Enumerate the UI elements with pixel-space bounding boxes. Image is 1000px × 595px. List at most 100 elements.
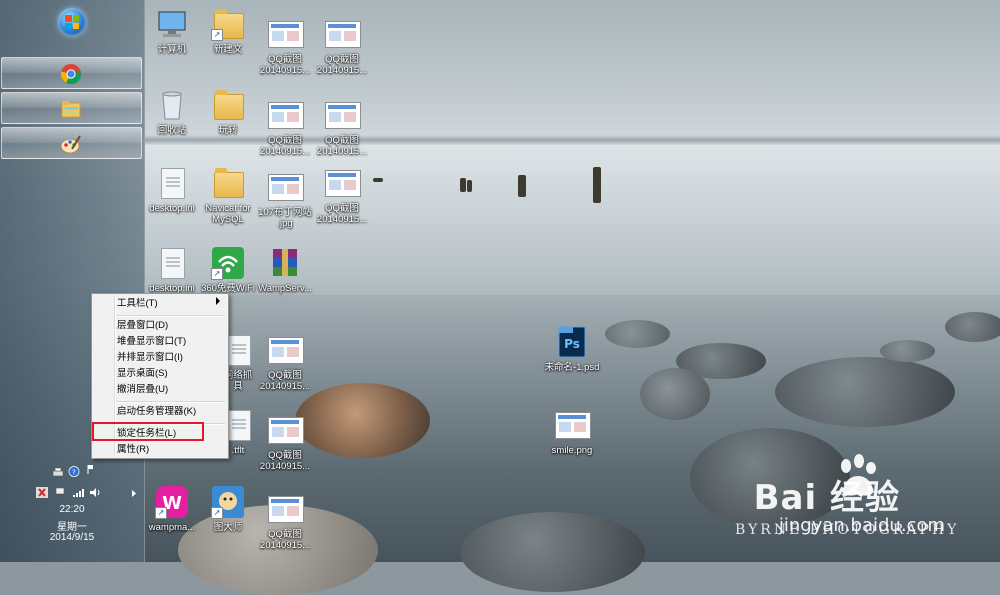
menu-separator bbox=[116, 315, 225, 317]
paint-icon bbox=[60, 135, 81, 154]
taskbar-button-explorer[interactable] bbox=[1, 92, 142, 124]
desktop-icon-label: Navicat for MySQL bbox=[205, 203, 251, 225]
wallpaper-post bbox=[518, 175, 526, 197]
image-file-icon bbox=[268, 170, 304, 204]
menu-item-undo-cascade[interactable]: 撤消层叠(U) bbox=[117, 383, 168, 397]
desktop-icon[interactable]: WampServ... bbox=[253, 246, 317, 294]
desktop-icon-label: 回收站 bbox=[157, 125, 187, 136]
image-file-icon bbox=[268, 98, 304, 132]
desktop-icon[interactable]: Navicat for MySQL bbox=[196, 166, 260, 225]
taskbar-button-paint[interactable] bbox=[1, 127, 142, 159]
wallpaper-post bbox=[467, 180, 472, 192]
menu-item-side-by-side[interactable]: 并排显示窗口(I) bbox=[117, 351, 183, 365]
wallpaper-post bbox=[373, 178, 383, 182]
desktop-icon-label: QQ截图 20140915... bbox=[259, 450, 311, 472]
menu-item-show-desktop[interactable]: 显示桌面(S) bbox=[117, 367, 168, 381]
menu-item-task-manager[interactable]: 启动任务管理器(K) bbox=[117, 405, 196, 419]
windows-flag-icon bbox=[65, 15, 79, 29]
image-file-icon bbox=[325, 166, 361, 200]
wallpaper-rock bbox=[605, 320, 670, 348]
highlight-box bbox=[92, 422, 204, 441]
desktop-icon[interactable]: ↗ 360免费WiFi bbox=[196, 246, 260, 294]
shortcut-arrow-icon: ↗ bbox=[211, 29, 223, 41]
wifi-signal-icon[interactable] bbox=[72, 487, 84, 498]
winrar-icon bbox=[268, 246, 302, 280]
windows-start-icon[interactable] bbox=[58, 8, 86, 36]
desktop-icon[interactable]: 计算机 bbox=[140, 7, 204, 55]
chrome-icon bbox=[60, 64, 82, 85]
desktop-icon-label: 107布丁网站 .jpg bbox=[258, 207, 312, 229]
desktop-icon[interactable]: QQ截图 20140915... bbox=[310, 17, 374, 76]
menu-item-cascade[interactable]: 层叠窗口(D) bbox=[117, 319, 168, 333]
desktop-icon[interactable]: QQ截图 20140915... bbox=[253, 413, 317, 472]
flag-small-icon[interactable] bbox=[85, 464, 97, 475]
help-icon[interactable]: ? bbox=[68, 466, 80, 477]
desktop-icon-label: 图大师 bbox=[213, 522, 243, 533]
recycle-bin-icon bbox=[155, 88, 189, 122]
desktop-icon[interactable]: 玩转 bbox=[196, 88, 260, 136]
app-icon: ↗ bbox=[211, 485, 245, 519]
clock-time[interactable]: 22:20 bbox=[0, 504, 144, 515]
shortcut-arrow-icon: ↗ bbox=[211, 268, 223, 280]
desktop-icon[interactable]: ↗ 图大师 bbox=[196, 485, 260, 533]
red-x-icon[interactable] bbox=[36, 487, 48, 498]
desktop-icon[interactable]: QQ截图 20140915... bbox=[253, 17, 317, 76]
desktop-icon[interactable]: desktop.ini bbox=[140, 246, 204, 294]
shortcut-arrow-icon: ↗ bbox=[211, 507, 223, 519]
folder-explorer-icon bbox=[61, 101, 81, 118]
wallpaper-rock bbox=[945, 312, 1000, 342]
wallpaper-post bbox=[460, 178, 466, 192]
folder-icon bbox=[211, 166, 245, 200]
image-file-icon bbox=[268, 413, 304, 447]
printer-icon[interactable] bbox=[52, 467, 64, 478]
desktop-icon-label: 计算机 bbox=[157, 44, 187, 55]
menu-item-toolbars[interactable]: 工具栏(T) bbox=[117, 297, 158, 311]
submenu-arrow-icon bbox=[216, 297, 220, 305]
desktop-icon-label: QQ截图 20140915... bbox=[259, 529, 311, 551]
baidu-brand: Bai 经验 bbox=[753, 478, 900, 518]
desktop-icon-label: 未命名-1.psd bbox=[544, 362, 600, 373]
volume-icon[interactable] bbox=[89, 487, 101, 498]
desktop-icon[interactable]: QQ截图 20140915... bbox=[253, 98, 317, 157]
ini-file-icon bbox=[155, 166, 189, 200]
desktop-icon[interactable]: W ↗ wampma... bbox=[140, 485, 204, 533]
desktop-icon-label: QQ截图 20140915... bbox=[259, 135, 311, 157]
desktop-icon-label: QQ截图 20140915... bbox=[316, 54, 368, 76]
desktop-icon-label: QQ截图 20140915... bbox=[316, 203, 368, 225]
desktop-icon[interactable]: QQ截图 20140915... bbox=[253, 492, 317, 551]
desktop-icon-label: 新建文 bbox=[213, 44, 243, 55]
desktop-icon[interactable]: ↗ 新建文 bbox=[196, 7, 260, 55]
wallpaper-rock bbox=[880, 340, 935, 362]
wallpaper-rock bbox=[640, 368, 710, 420]
image-file-icon bbox=[325, 17, 361, 51]
network-icon[interactable] bbox=[54, 487, 66, 498]
ini-file-icon bbox=[155, 246, 189, 280]
menu-item-properties[interactable]: 属性(R) bbox=[117, 443, 149, 457]
svg-text:Ps: Ps bbox=[564, 337, 580, 351]
desktop-icon-label: smile.png bbox=[551, 445, 593, 456]
desktop-icon[interactable]: desktop.ini bbox=[140, 166, 204, 214]
desktop-icon-label: 玩转 bbox=[218, 125, 238, 136]
menu-separator bbox=[116, 401, 225, 403]
svg-text:?: ? bbox=[72, 467, 76, 476]
menu-item-stack[interactable]: 堆叠显示窗口(T) bbox=[117, 335, 186, 349]
desktop-icon[interactable]: QQ截图 20140915... bbox=[253, 333, 317, 392]
desktop-icon[interactable]: QQ截图 20140915... bbox=[310, 166, 374, 225]
desktop-icon[interactable]: smile.png bbox=[540, 408, 604, 456]
desktop-icon[interactable]: Ps 未命名-1.psd bbox=[540, 325, 604, 373]
desktop-icon[interactable]: 107布丁网站 .jpg bbox=[253, 170, 317, 229]
taskbar: ? 22:20 星期一 2014/9/15 bbox=[0, 0, 145, 562]
desktop-icon[interactable]: 回收站 bbox=[140, 88, 204, 136]
taskbar-button-chrome[interactable] bbox=[1, 57, 142, 89]
desktop-icon-label: desktop.ini bbox=[149, 203, 195, 214]
photo-credit: BYRNE PHOTOGRAPHY bbox=[735, 522, 960, 538]
folder-icon: ↗ bbox=[211, 7, 245, 41]
desktop-icon[interactable]: QQ截图 20140915... bbox=[310, 98, 374, 157]
image-file-icon bbox=[268, 17, 304, 51]
wifi-icon: ↗ bbox=[211, 246, 245, 280]
image-file-icon bbox=[555, 408, 591, 442]
desktop-icon-label: QQ截图 20140915... bbox=[316, 135, 368, 157]
clock-date[interactable]: 2014/9/15 bbox=[0, 532, 144, 543]
chevron-right-icon[interactable] bbox=[128, 488, 140, 499]
clock-weekday[interactable]: 星期一 bbox=[0, 518, 144, 533]
